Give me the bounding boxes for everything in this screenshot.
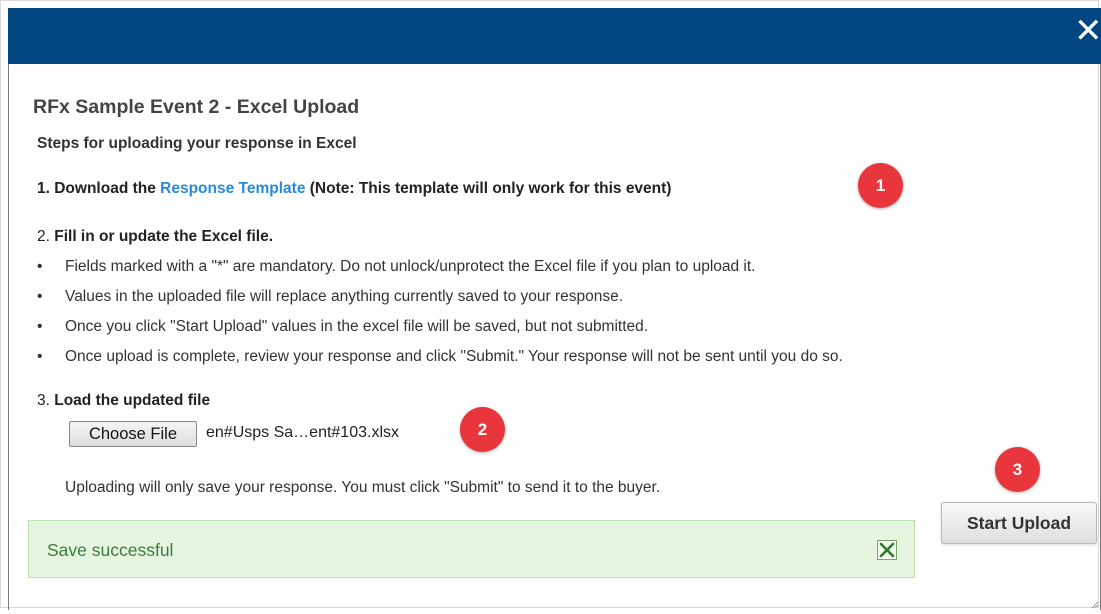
annotation-marker-1: 1 — [858, 163, 903, 208]
selected-file-name: en#Usps Sa…ent#103.xlsx — [206, 424, 399, 441]
bullet-icon: • — [37, 258, 43, 275]
list-item: • Once upload is complete, review your re… — [37, 347, 843, 377]
bullet-icon: • — [37, 348, 43, 365]
steps-heading: Steps for uploading your response in Exc… — [37, 135, 357, 152]
response-template-link[interactable]: Response Template — [160, 180, 305, 197]
upload-note: Uploading will only save your response. … — [65, 479, 661, 496]
bullet-icon: • — [37, 318, 43, 335]
start-upload-button[interactable]: Start Upload — [941, 502, 1097, 544]
step-1-prefix: 1. Download the — [37, 180, 161, 197]
choose-file-button[interactable]: Choose File — [69, 421, 197, 447]
annotation-marker-3: 3 — [995, 447, 1040, 492]
close-icon[interactable]: ✕ — [1074, 14, 1101, 48]
instructions-list: • Fields marked with a "*" are mandatory.… — [37, 257, 843, 377]
annotation-marker-2: 2 — [460, 407, 505, 452]
list-item: • Values in the uploaded file will replac… — [37, 287, 843, 317]
list-item-text: Once upload is complete, review your res… — [65, 348, 843, 365]
close-icon[interactable] — [877, 540, 897, 560]
step-1: 1. Download the Response Template (Note:… — [37, 180, 671, 198]
step-3: 3. Load the updated file — [37, 392, 210, 410]
step-3-label: Load the updated file — [54, 392, 211, 409]
step-2-label: Fill in or update the Excel file. — [54, 228, 273, 245]
success-message: Save successful — [47, 540, 174, 560]
step-1-note: (Note: This template will only work for … — [305, 180, 672, 197]
dialog-border-left — [8, 64, 9, 610]
list-item-text: Once you click "Start Upload" values in … — [65, 318, 649, 335]
list-item-text: Values in the uploaded file will replace… — [65, 288, 624, 305]
step-3-number: 3. — [37, 392, 55, 409]
dialog-title: RFx Sample Event 2 - Excel Upload — [33, 96, 360, 118]
bullet-icon: • — [37, 288, 43, 305]
list-item-text: Fields marked with a "*" are mandatory. … — [65, 258, 756, 275]
list-item: • Once you click "Start Upload" values in… — [37, 317, 843, 347]
success-alert: Save successful — [28, 520, 915, 578]
step-2-number: 2. — [37, 228, 55, 245]
step-2: 2. Fill in or update the Excel file. — [37, 228, 273, 246]
list-item: • Fields marked with a "*" are mandatory.… — [37, 257, 843, 287]
resize-grip-icon[interactable] — [1089, 596, 1099, 609]
dialog-titlebar — [8, 8, 1101, 64]
